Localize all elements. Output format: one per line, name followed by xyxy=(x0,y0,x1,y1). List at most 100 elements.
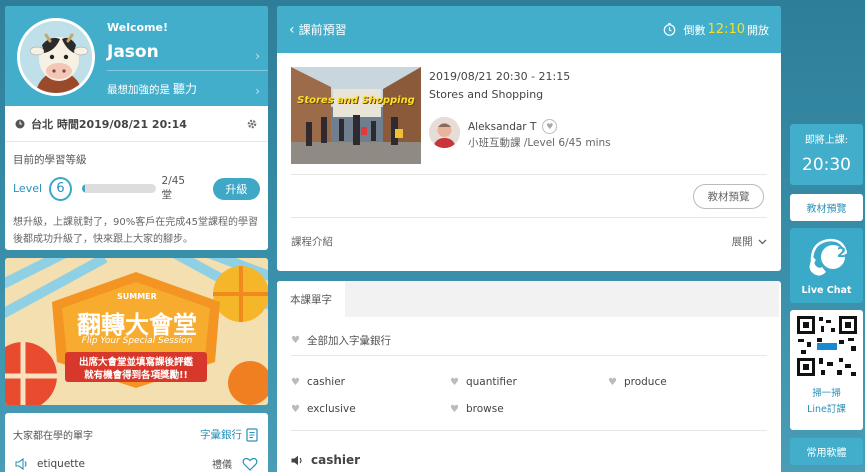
level-label: Level xyxy=(13,182,43,195)
promo-banner[interactable]: SUMMER 翻轉大會堂 Flip Your Special Session 出… xyxy=(5,258,268,405)
back-chevron-icon[interactable]: ‹ xyxy=(289,22,295,38)
qr-scan-label: 掃一掃 xyxy=(812,388,841,399)
word-text: browse xyxy=(465,403,504,415)
focus-skill-line[interactable]: 最想加強的是 聽力 xyxy=(107,80,197,97)
add-all-label: 全部加入字彙銀行 xyxy=(306,335,391,347)
chevron-right-icon[interactable]: › xyxy=(255,84,260,98)
chevron-down-icon xyxy=(758,239,767,245)
upgrade-button[interactable]: 升級 xyxy=(212,177,260,200)
level-progress-text: 2/45 堂 xyxy=(161,175,186,201)
clock-icon xyxy=(15,119,25,128)
teacher-photo xyxy=(429,117,460,148)
local-time: 台北 時間2019/08/21 20:14 xyxy=(31,117,187,131)
heart-icon[interactable]: ♥ xyxy=(608,377,617,388)
gear-icon[interactable] xyxy=(246,118,258,130)
divider xyxy=(107,70,268,71)
promo-line2: 就有機會得到各項獎勵!! xyxy=(84,370,188,381)
word-text: produce xyxy=(623,376,667,388)
countdown-prefix: 倒數 xyxy=(683,23,706,37)
word-text: exclusive xyxy=(306,403,356,415)
countdown-suffix: 開放 xyxy=(747,23,769,37)
divider xyxy=(291,430,767,431)
level-progress-bar xyxy=(81,184,156,193)
speaker-icon[interactable] xyxy=(291,455,304,466)
upcoming-class-card[interactable]: 即將上課: 20:30 xyxy=(790,124,863,185)
lesson-topic: Stores and Shopping xyxy=(429,88,544,101)
common-software-button[interactable]: 常用軟體 xyxy=(790,438,863,465)
local-time-row: 台北 時間2019/08/21 20:14 xyxy=(5,106,268,142)
lesson-words-card: 本課單字 ♥ 全部加入字彙銀行 ♥ cashier ♥ quantifier ♥… xyxy=(277,281,781,472)
word-item[interactable]: ♥ exclusive xyxy=(291,403,356,415)
level-title: 目前的學習等級 xyxy=(13,154,87,166)
teacher-avatar[interactable] xyxy=(429,117,460,148)
popular-vocab-title: 大家都在學的單字 xyxy=(13,431,93,442)
upgrade-note: 想升級，上課就對了，90%客戶在完成45堂課程的學習後都成功升級了，快來跟上大家… xyxy=(13,217,258,245)
level-number: 6 xyxy=(49,176,72,201)
word-item[interactable]: ♥ browse xyxy=(450,403,504,415)
lesson-type: 小班互動課 /Level 6/45 mins xyxy=(468,137,611,149)
countdown: 倒數 12:10 開放 xyxy=(663,22,769,38)
level-row: Level 6 2/45 堂 升級 xyxy=(5,167,268,202)
vocab-word: etiquette xyxy=(37,457,85,470)
divider xyxy=(291,174,767,175)
heart-icon[interactable]: ♥ xyxy=(291,404,300,415)
featured-word[interactable]: cashier xyxy=(291,453,360,467)
promo-title: 翻轉大會堂 xyxy=(77,311,197,339)
line-qr-card[interactable]: 掃一掃 Line訂課 xyxy=(790,310,863,430)
tab-lesson-words[interactable]: 本課單字 xyxy=(277,281,345,317)
live-24-number: 24 xyxy=(836,246,856,261)
user-name: Jason xyxy=(107,42,159,62)
add-all-to-bank[interactable]: ♥ 全部加入字彙銀行 xyxy=(291,333,391,348)
speaker-icon[interactable] xyxy=(15,457,29,470)
material-preview-button[interactable]: 教材預覽 xyxy=(693,184,764,209)
expand-toggle[interactable]: 展開 xyxy=(732,234,767,249)
timer-icon xyxy=(663,23,675,36)
teacher-name[interactable]: Aleksandar T xyxy=(468,121,536,133)
word-item[interactable]: ♥ produce xyxy=(608,376,667,388)
live-chat-button[interactable]: 24 Live Chat xyxy=(790,228,863,303)
cow-avatar-icon xyxy=(20,21,92,93)
promo-line1: 出席大會堂並填寫課後評鑑 xyxy=(78,357,193,368)
divider xyxy=(291,355,767,356)
qr-code-icon xyxy=(794,314,859,378)
class-header-title[interactable]: 課前預習 xyxy=(299,21,663,38)
lesson-time: 2019/08/21 20:30 - 21:15 xyxy=(429,70,571,83)
promo-subtitle: Flip Your Special Session xyxy=(81,336,193,346)
lesson-image-caption: Stores and Shopping xyxy=(297,95,415,106)
course-intro-label: 課程介紹 xyxy=(291,236,333,248)
class-preview-card: ‹ 課前預習 倒數 12:10 開放 Stores and Shopping 2… xyxy=(277,6,781,271)
promo-summer: SUMMER xyxy=(117,292,157,301)
list-item: etiquette 禮儀 xyxy=(5,442,268,471)
word-item[interactable]: ♥ quantifier xyxy=(450,376,517,388)
qr-line-booking-label: Line訂課 xyxy=(807,404,846,415)
heart-icon[interactable]: ♥ xyxy=(450,404,459,415)
lesson-thumbnail[interactable]: Stores and Shopping xyxy=(291,67,421,164)
focus-prefix: 最想加強的是 xyxy=(107,84,170,96)
heart-icon[interactable]: ♥ xyxy=(450,377,459,388)
featured-word-text: cashier xyxy=(311,453,361,467)
countdown-time: 12:10 xyxy=(707,22,745,37)
level-progress-fill xyxy=(81,184,86,193)
heart-icon[interactable] xyxy=(242,457,258,471)
chevron-right-icon[interactable]: › xyxy=(255,49,260,63)
heart-icon[interactable]: ♥ xyxy=(291,377,300,388)
sidebar-material-preview-button[interactable]: 教材預覽 xyxy=(790,194,863,221)
teacher-name-row: Aleksandar T ♥ xyxy=(468,119,558,134)
notebook-icon[interactable] xyxy=(246,427,258,442)
vocab-meaning: 禮儀 xyxy=(212,460,232,471)
word-text: cashier xyxy=(306,376,345,388)
word-text: quantifier xyxy=(465,376,517,388)
words-tab-bar: 本課單字 xyxy=(277,281,779,317)
live-chat-label: Live Chat xyxy=(801,285,852,296)
vocab-bank-link[interactable]: 字彙銀行 xyxy=(200,427,242,442)
expand-label: 展開 xyxy=(731,236,753,248)
upcoming-label: 即將上課: xyxy=(804,135,849,146)
teacher-favorite-heart-icon[interactable]: ♥ xyxy=(542,119,558,134)
profile-card: Welcome! Jason › 最想加強的是 聽力 › 台北 時間2019/08… xyxy=(5,6,268,250)
welcome-text: Welcome! xyxy=(107,21,168,34)
word-item[interactable]: ♥ cashier xyxy=(291,376,345,388)
divider xyxy=(291,217,767,218)
focus-skill: 聽力 xyxy=(173,82,198,96)
popular-vocab-card: 大家都在學的單字 字彙銀行 etiquette 禮儀 xyxy=(5,413,268,472)
avatar[interactable] xyxy=(17,18,95,96)
